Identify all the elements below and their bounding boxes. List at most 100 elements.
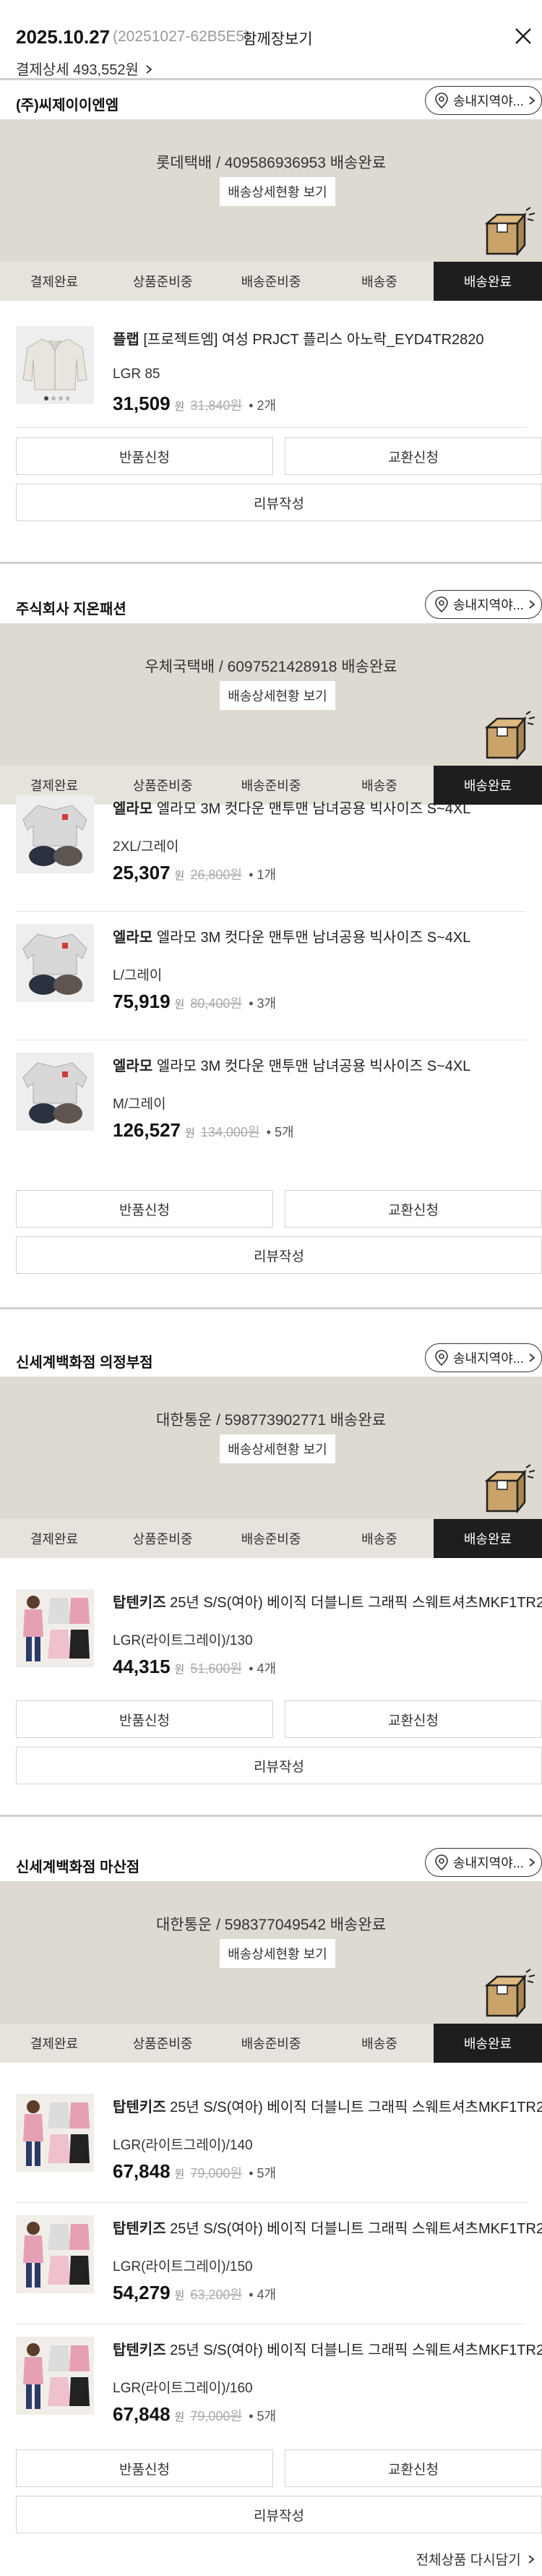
quantity: • 3개 (249, 996, 277, 1011)
product-option: L/그레이 (113, 968, 163, 983)
product-price: 75,919 (113, 990, 171, 1012)
return-button[interactable]: 반품신청 (16, 437, 273, 475)
rebuy-all-link[interactable]: 전체상품 다시담기 (416, 2549, 535, 2569)
product-image (16, 1589, 94, 1667)
chevron-right-icon (529, 600, 535, 609)
currency-label: 원 (174, 870, 185, 882)
product-name: 엘라모 3M 컷다운 맨투맨 남녀공용 빅사이즈 S~4XL (156, 1058, 471, 1074)
product-price-row: 31,509 원 31,840원 • 2개 (113, 393, 276, 415)
chevron-right-icon (529, 96, 535, 105)
product-price: 25,307 (113, 862, 171, 883)
quantity: • 4개 (249, 1661, 277, 1676)
seller-name: 신세계백화점 의정부점 (16, 1355, 153, 1371)
review-button[interactable]: 리뷰작성 (16, 2496, 542, 2533)
region-label: 송내지역야... (453, 1856, 524, 1870)
product-title: 탑텐키즈 25년 S/S(여아) 베이직 더블니트 그래픽 스웨트셔츠MKF1T… (113, 1593, 542, 1612)
region-label: 송내지역야... (453, 1351, 524, 1366)
return-button[interactable]: 반품신청 (16, 1190, 273, 1228)
product-brand: 탑텐키즈 (113, 1595, 166, 1611)
delivery-status-text: 롯데택배 / 409586936953 배송완료 (155, 155, 387, 171)
delivery-detail-button[interactable]: 배송상세현황 보기 (220, 1434, 335, 1463)
step-preparing-shipping: 배송준비중 (241, 275, 301, 289)
product-image (16, 2094, 94, 2172)
order-item[interactable]: 탑텐키즈 25년 S/S(여아) 베이직 더블니트 그래픽 스웨트셔츠MKF1T… (0, 2215, 542, 2316)
currency-label: 원 (184, 1127, 195, 1139)
step-preparing-product: 상품준비중 (132, 1532, 193, 1546)
delivery-detail-button[interactable]: 배송상세현황 보기 (220, 1939, 335, 1968)
step-shipping: 배송중 (361, 2037, 397, 2051)
product-image (16, 2215, 94, 2293)
order-item[interactable]: 플랩 [프로젝트엠] 여성 PRJCT 플리스 아노락_EYD4TR2820 L… (0, 326, 542, 424)
delivery-detail-button[interactable]: 배송상세현황 보기 (220, 177, 335, 206)
quantity: • 1개 (249, 868, 277, 882)
product-image (16, 326, 94, 404)
return-button[interactable]: 반품신청 (16, 1700, 273, 1738)
delivery-detail-button[interactable]: 배송상세현황 보기 (220, 681, 335, 710)
region-button[interactable]: 송내지역야... (425, 1343, 542, 1372)
step-delivered: 배송완료 (434, 1519, 542, 1558)
divider (0, 562, 542, 564)
order-item[interactable]: 엘라모 엘라모 3M 컷다운 맨투맨 남녀공용 빅사이즈 S~4XL L/그레이… (0, 924, 542, 1025)
chevron-right-icon (145, 62, 152, 79)
product-title: 엘라모 엘라모 3M 컷다운 맨투맨 남녀공용 빅사이즈 S~4XL (113, 928, 532, 947)
step-preparing-shipping: 배송준비중 (241, 1532, 301, 1546)
close-icon[interactable] (509, 22, 538, 51)
region-button[interactable]: 송내지역야... (425, 590, 542, 619)
product-brand: 탑텐키즈 (113, 2342, 166, 2358)
step-preparing-product: 상품준비중 (132, 275, 193, 289)
original-price: 79,000원 (190, 2166, 242, 2181)
product-name: 엘라모 3M 컷다운 맨투맨 남녀공용 빅사이즈 S~4XL (156, 801, 471, 817)
product-option: LGR(라이트그레이)/140 (113, 2138, 253, 2153)
shipment-section: 신세계백화점 마산점 송내지역야... 대한통운 / 598377049542 … (0, 1844, 542, 2545)
product-price: 44,315 (113, 1656, 171, 1677)
exchange-button[interactable]: 교환신청 (285, 1700, 542, 1738)
product-image (16, 924, 94, 1002)
exchange-button[interactable]: 교환신청 (285, 2449, 542, 2487)
product-option: LGR 85 (113, 367, 160, 382)
order-item[interactable]: 탑텐키즈 25년 S/S(여아) 베이직 더블니트 그래픽 스웨트셔츠MKF1T… (0, 2094, 542, 2195)
delivery-banner: 대한통운 / 598377049542 배송완료 배송상세현황 보기 결제완료 … (0, 1881, 542, 2063)
original-price: 79,000원 (190, 2409, 242, 2423)
shipment-section: 주식회사 지온패션 송내지역야... 우체국택배 / 6097521428918… (0, 586, 542, 1280)
product-price: 126,527 (113, 1119, 181, 1141)
product-image (16, 795, 94, 873)
product-price: 54,279 (113, 2282, 171, 2303)
order-item[interactable]: 엘라모 엘라모 3M 컷다운 맨투맨 남녀공용 빅사이즈 S~4XL 2XL/그… (0, 795, 542, 897)
product-brand: 탑텐키즈 (113, 2100, 166, 2115)
location-pin-icon (435, 596, 448, 612)
product-name: 25년 S/S(여아) 베이직 더블니트 그래픽 스웨트셔츠MKF1TR2201 (170, 1595, 542, 1611)
step-paid: 결제완료 (30, 2037, 79, 2051)
order-number: (20251027-62B5E5) (113, 28, 250, 45)
delivery-steps: 결제완료 상품준비중 배송준비중 배송중 배송완료 (0, 2024, 542, 2063)
location-pin-icon (435, 1350, 448, 1366)
review-button[interactable]: 리뷰작성 (16, 1747, 542, 1784)
exchange-button[interactable]: 교환신청 (285, 437, 542, 475)
product-price: 31,509 (113, 393, 171, 414)
bundle-link[interactable]: 함께장보기 (243, 27, 313, 49)
step-shipping: 배송중 (361, 1532, 397, 1546)
rebuy-all-label: 전체상품 다시담기 (416, 2553, 521, 2568)
seller-row: 신세계백화점 마산점 송내지역야... (0, 1844, 542, 1881)
order-header: 2025.10.27 (20251027-62B5E5) 함께장보기 결제상세 … (0, 0, 542, 80)
divider (16, 427, 526, 428)
product-price-row: 44,315 원 51,600원 • 4개 (113, 1656, 276, 1678)
order-item[interactable]: 탑텐키즈 25년 S/S(여아) 베이직 더블니트 그래픽 스웨트셔츠MKF1T… (0, 1589, 542, 1690)
region-button[interactable]: 송내지역야... (425, 86, 542, 115)
exchange-button[interactable]: 교환신청 (285, 1190, 542, 1228)
review-button[interactable]: 리뷰작성 (16, 484, 542, 521)
delivery-status-text: 우체국택배 / 6097521428918 배송완료 (145, 659, 397, 675)
order-item[interactable]: 엘라모 엘라모 3M 컷다운 맨투맨 남녀공용 빅사이즈 S~4XL M/그레이… (0, 1053, 542, 1154)
delivery-banner: 우체국택배 / 6097521428918 배송완료 배송상세현황 보기 결제완… (0, 623, 542, 805)
original-price: 26,800원 (190, 868, 242, 882)
product-option: LGR(라이트그레이)/150 (113, 2259, 253, 2275)
return-button[interactable]: 반품신청 (16, 2449, 273, 2487)
step-paid: 결제완료 (30, 275, 79, 289)
original-price: 80,400원 (190, 996, 242, 1011)
order-item[interactable]: 탑텐키즈 25년 S/S(여아) 베이직 더블니트 그래픽 스웨트셔츠MKF1T… (0, 2337, 542, 2438)
divider (16, 2202, 526, 2203)
seller-name: 신세계백화점 마산점 (16, 1860, 140, 1875)
review-button[interactable]: 리뷰작성 (16, 1236, 542, 1274)
region-button[interactable]: 송내지역야... (425, 1848, 542, 1877)
payment-detail-link[interactable]: 결제상세 493,552원 (16, 58, 152, 79)
product-image (16, 1053, 94, 1131)
